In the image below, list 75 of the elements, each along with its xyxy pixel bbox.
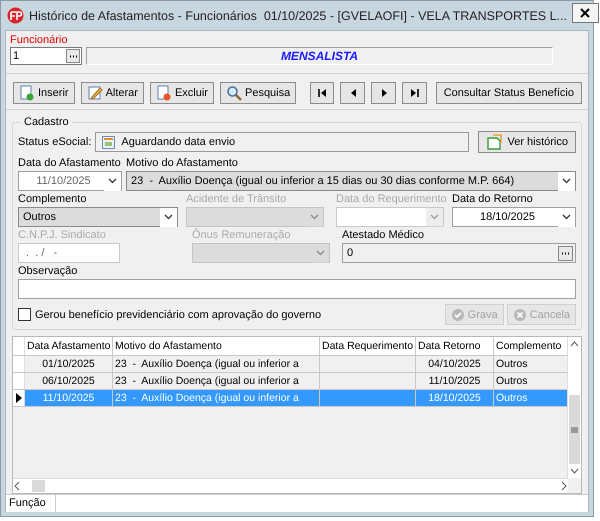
lookup-button[interactable] [558,246,573,260]
window-title: Histórico de Afastamentos - Funcionários 01/10/2025 - [GVELAOFI] - VELA TRANSPORTES L... [29,8,567,22]
row-pointer-icon [16,393,22,403]
status-field: Aguardando data envio [95,132,470,152]
history-button[interactable]: Ver histórico [478,131,576,153]
row-indicator-cell [13,373,25,389]
field-label: Funcionário [10,34,68,47]
column-header[interactable]: Motivo do Afastamento [113,337,320,355]
delete-document-icon [156,85,172,101]
toolbar-button[interactable]: Pesquisa [220,82,296,104]
field-label: Data do Requerimento [336,192,447,207]
dropdown-field[interactable]: Outros [18,207,178,227]
table-cell: 23 - Auxílio Doença (igual ou inferior a [113,390,320,406]
scroll-thumb[interactable] [32,480,45,492]
calendar-icon [102,136,116,148]
toolbar-button[interactable]: Inserir [13,82,75,104]
cancel-circle-icon [512,308,527,322]
employee-category: MENSALISTA [86,47,553,65]
scroll-thumb[interactable] [569,395,580,464]
dropdown-caret-icon[interactable] [562,178,571,184]
checkbox[interactable] [18,308,31,321]
date-field[interactable]: 11/10/2025 [18,171,122,191]
dropdown-field[interactable]: 23 - Auxílio Doença (igual ou inferior a 15 dias ou 30 dias conforme M.P. 664) [126,171,576,191]
document-icon [486,134,502,150]
date-field[interactable]: 18/10/2025 [452,207,576,227]
dropdown-caret-icon[interactable] [164,214,173,220]
employee-code-field[interactable]: 1 [10,47,82,65]
table-cell: Outros [494,390,567,406]
edit-pencil-icon [86,85,103,101]
scroll-right-icon[interactable] [559,481,568,491]
column-header[interactable]: Data Afastamento [25,337,113,355]
field-label: Data do Retorno [452,192,533,207]
close-button[interactable] [572,2,599,22]
field-label: Complemento [18,192,86,207]
search-icon [226,85,242,101]
first-record-icon [316,88,327,98]
table-cell: 18/10/2025 [416,390,494,406]
column-header[interactable]: Data Retorno [416,337,494,355]
close-icon[interactable] [580,8,590,18]
field-label: Status eSocial: [18,134,92,150]
dropdown-caret-icon[interactable] [562,214,571,220]
field-label: Acidente de Trânsito [186,192,286,207]
grip-icon [571,426,578,432]
navigation-button[interactable] [340,82,366,104]
table-cell: 11/10/2025 [25,390,113,406]
navigation-button[interactable] [371,82,396,104]
last-record-icon [409,88,420,98]
field-label: Atestado Médico [342,228,424,243]
field-label: Observação [18,264,78,279]
horizontal-scrollbar[interactable] [13,478,568,493]
app-logo-icon [7,7,24,24]
table-cell: 23 - Auxílio Doença (igual ou inferior a [113,373,320,389]
scroll-left-icon[interactable] [13,481,22,491]
toolbar-button[interactable]: Excluir [150,82,214,104]
field-label: Data do Afastamento [18,156,121,171]
text-field[interactable] [18,279,576,299]
lookup-field[interactable]: 0 [342,243,576,263]
lookup-button[interactable] [66,49,80,63]
column-header[interactable]: Data Requerimento [320,337,416,355]
navigation-button[interactable] [402,82,427,104]
toolbar-button[interactable]: Alterar [80,82,144,104]
dropdown-caret-icon[interactable] [108,178,117,184]
checkbox-label: Gerou benefício previdenciário com aprovação do governo [35,308,322,320]
vertical-scrollbar[interactable] [567,337,581,478]
toolbar-button[interactable]: Consultar Status Benefício [436,82,582,104]
table-row[interactable]: 01/10/2025 23 - Auxílio Doença (igual ou inferior a 04/10/2025 Outros [13,356,567,373]
status-bar-text: Função [6,495,56,512]
navigation-button[interactable] [310,82,334,104]
insert-document-icon [19,85,35,101]
table-cell: 23 - Auxílio Doença (igual ou inferior a [113,356,320,372]
field-label: Motivo do Afastamento [126,156,238,171]
table-row[interactable]: 06/10/2025 23 - Auxílio Doença (igual ou inferior a 11/10/2025 Outros [13,373,567,390]
check-circle-icon [450,308,465,322]
field-label: C.N.P.J. Sindicato [18,228,106,243]
field-label: Ônus Remuneração [192,228,290,243]
